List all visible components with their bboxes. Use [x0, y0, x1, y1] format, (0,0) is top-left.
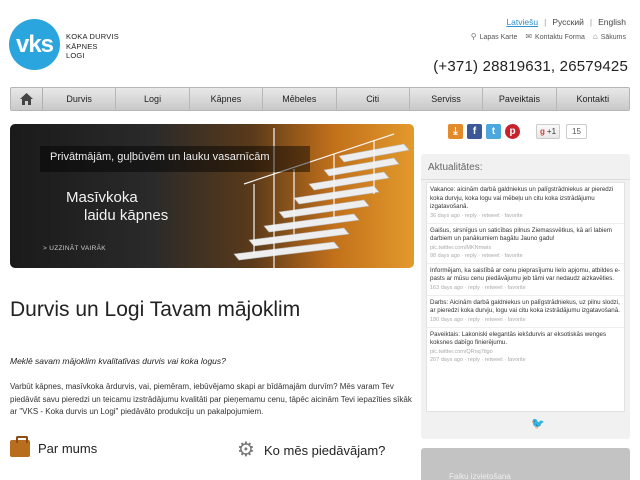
twitter-feed[interactable]: Vakance: aicinām darbā galdniekus un pal… — [426, 182, 625, 412]
home-link[interactable]: ⌂ Sākums — [593, 32, 626, 41]
gplus-icon: g — [540, 127, 545, 136]
logo[interactable]: VKS — [9, 19, 60, 70]
sitemap-link[interactable]: ⚲ Lapas Karte — [471, 32, 518, 41]
secondary-widget: Faiku izvietošana — [421, 448, 630, 480]
divider: | — [544, 17, 547, 27]
section-about: Par mums — [10, 436, 98, 457]
twitter-bird-icon[interactable]: 🐦 — [531, 417, 545, 430]
gplus-count: 15 — [566, 124, 587, 139]
tweet-text: Vakance: aicinām darbā galdniekus un pal… — [430, 186, 614, 210]
tweet-text: Informējam, ka saistībā ar cenu pieprasī… — [430, 266, 621, 283]
intro-paragraph: Varbūt kāpnes, masīvkoka ārdurvis, vai, … — [10, 382, 412, 416]
news-widget: Aktualitātes: Vakance: aicinām darbā gal… — [421, 154, 630, 439]
phone-number: (+371) 28819631, 26579425 — [433, 58, 628, 75]
nav-item-citi[interactable]: Citi — [337, 88, 410, 110]
tweet-meta[interactable]: 207 days ago · reply · retweet · favorit… — [430, 356, 622, 364]
home-label: Sākums — [600, 34, 626, 41]
sitemap-icon: ⚲ — [470, 32, 477, 41]
banner-title: Masīvkoka laidu kāpnes — [66, 189, 168, 225]
divider: | — [589, 17, 593, 27]
home-icon — [20, 93, 33, 105]
gear-icon: ⚙ — [237, 439, 255, 461]
lead-text: Meklē savam mājoklim kvalitatīvas durvis… — [10, 356, 226, 366]
lang-latvian[interactable]: Latviešu — [506, 17, 538, 27]
home-icon: ⌂ — [592, 32, 598, 41]
nav-item-kontakti[interactable]: Kontakti — [557, 88, 629, 110]
tweet[interactable]: Darbs: Aicinām darbā galdniekus un palīg… — [427, 296, 624, 328]
contact-label: Kontaktu Forma — [535, 34, 585, 41]
language-switcher: Latviešu | Русский | English — [506, 17, 626, 27]
tweet-text: Darbs: Aicinām darbā galdniekus un palīg… — [430, 298, 620, 315]
sitemap-label: Lapas Karte — [479, 34, 518, 41]
nav-item-kapnes[interactable]: Kāpnes — [190, 88, 264, 110]
logo-letters: VKS — [15, 30, 54, 58]
hero-banner[interactable]: Privātmājām, guļbūvēm un lauku vasarnīcā… — [10, 124, 414, 268]
lang-english[interactable]: English — [598, 17, 626, 27]
twitter-icon[interactable]: t — [486, 124, 501, 139]
tweet-meta[interactable]: 163 days ago · reply · retweet · favorit… — [430, 284, 622, 292]
tweet-meta[interactable]: 180 days ago · reply · retweet · favorit… — [430, 316, 622, 324]
main-nav: Durvis Logi Kāpnes Mēbeles Citi Serviss … — [10, 87, 630, 111]
tweet-meta[interactable]: 98 days ago · reply · retweet · favorite — [430, 252, 622, 260]
gplus-button[interactable]: g +1 — [536, 124, 561, 139]
page-title: Durvis un Logi Tavam mājoklim — [10, 298, 301, 321]
logo-tagline: KOKA DURVIS KĀPNES LOGI — [66, 32, 119, 61]
rss-icon[interactable]: ⤓ — [448, 124, 463, 139]
tweet-link[interactable]: pic.twitter.com/MKNmwis — [430, 244, 622, 252]
news-title: Aktualitātes: — [421, 154, 630, 180]
secondary-widget-title: Faiku izvietošana — [449, 472, 511, 480]
lang-russian[interactable]: Русский — [552, 17, 584, 27]
section-offer-title: Ko mēs piedāvājam? — [264, 442, 386, 458]
banner-subtitle: Privātmājām, guļbūvēm un lauku vasarnīcā… — [50, 151, 270, 163]
contact-icon: ✉ — [525, 32, 533, 41]
pinterest-icon[interactable]: p — [505, 124, 520, 139]
tweet[interactable]: Paveiktais: Lakoniski elegantās iekšdurv… — [427, 328, 624, 367]
tweet[interactable]: Gaišus, sirsnīgus un saticības pilnus Zi… — [427, 224, 624, 264]
tweet[interactable]: Informējam, ka saistībā ar cenu pieprasī… — [427, 264, 624, 296]
social-bar: ⤓ f t p g +1 15 — [448, 124, 587, 139]
section-about-title: Par mums — [38, 441, 98, 456]
banner-cta-link[interactable]: > UZZINĀT VAIRĀK — [43, 245, 106, 252]
facebook-icon[interactable]: f — [467, 124, 482, 139]
nav-home-button[interactable] — [11, 88, 43, 110]
tweet-meta[interactable]: 36 days ago · reply · retweet · favorite — [430, 212, 622, 220]
top-links: ⚲ Lapas Karte ✉ Kontaktu Forma ⌂ Sākums — [471, 32, 626, 41]
nav-item-paveiktais[interactable]: Paveiktais — [483, 88, 557, 110]
gplus-label: +1 — [546, 127, 557, 136]
tweet[interactable]: Vakance: aicinām darbā galdniekus un pal… — [427, 183, 624, 224]
tweet-text: Gaišus, sirsnīgus un saticības pilnus Zi… — [430, 226, 612, 243]
nav-item-mebeles[interactable]: Mēbeles — [263, 88, 337, 110]
logo-line: KOKA DURVIS — [66, 32, 119, 41]
banner-title-line: Masīvkoka — [66, 189, 138, 206]
tweet-text: Paveiktais: Lakoniski elegantās iekšdurv… — [430, 330, 607, 347]
logo-line: LOGI — [66, 51, 85, 60]
banner-title-line: laidu kāpnes — [84, 207, 169, 224]
nav-item-logi[interactable]: Logi — [116, 88, 190, 110]
nav-item-serviss[interactable]: Serviss — [410, 88, 484, 110]
briefcase-icon — [10, 436, 30, 457]
section-offer: ⚙ Ko mēs piedāvājam? — [236, 440, 385, 460]
nav-item-durvis[interactable]: Durvis — [43, 88, 117, 110]
contact-link[interactable]: ✉ Kontaktu Forma — [525, 32, 585, 41]
tweet-link[interactable]: pic.twitter.com/QRnq7tlgo — [430, 348, 622, 356]
logo-line: KĀPNES — [66, 41, 98, 51]
